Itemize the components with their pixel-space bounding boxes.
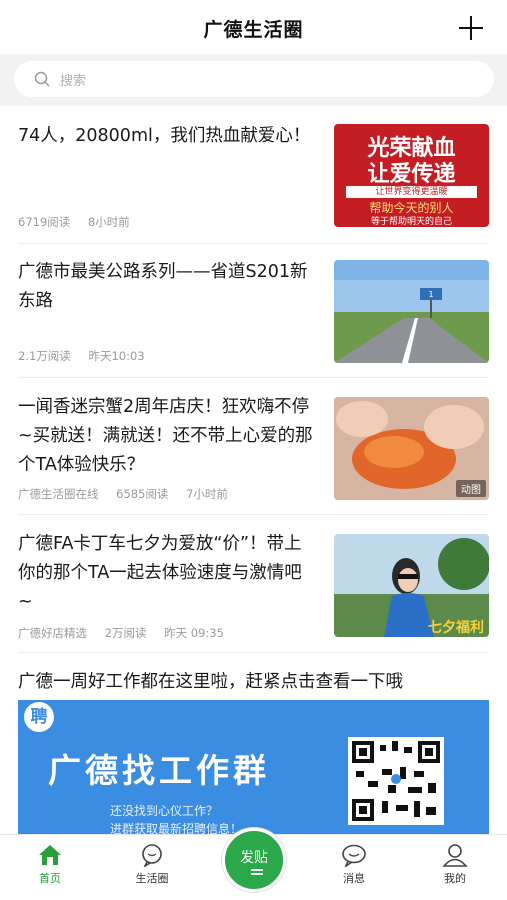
- article-time: 昨天10:03: [88, 349, 145, 363]
- message-icon: [342, 844, 366, 867]
- tab-life-circle[interactable]: 生活圈: [122, 843, 182, 886]
- app-header: 广德生活圈: [0, 0, 507, 54]
- gif-badge: 动图: [456, 480, 486, 497]
- article-source: 广德好店精选: [18, 626, 87, 640]
- qr-code-icon: [352, 741, 440, 821]
- article-title: 广德市最美公路系列——省道S201新东路: [18, 262, 308, 311]
- tab-life-circle-label: 生活圈: [135, 872, 169, 885]
- thumb-text-line5: 等于帮助明天的自己: [370, 217, 452, 227]
- tab-me-label: 我的: [444, 872, 466, 885]
- search-bar-container: 搜索: [0, 54, 507, 106]
- search-placeholder: 搜索: [60, 74, 87, 89]
- article-item[interactable]: 一闻香迷宗蟹2周年店庆！狂欢嗨不停~买就送！满就送！还不带上心爱的那个TA体验快…: [18, 393, 489, 515]
- user-icon: [442, 844, 468, 867]
- article-meta: 广德好店精选 2万阅读 昨天 09:35: [18, 625, 238, 641]
- article-title: 74人，20800ml，我们热血献爱心！: [18, 126, 311, 146]
- article-views: 2万阅读: [104, 626, 147, 640]
- article-time: 8小时前: [87, 215, 130, 229]
- article-title: 一闻香迷宗蟹2周年店庆！狂欢嗨不停~买就送！满就送！还不带上心爱的那个TA体验快…: [18, 397, 313, 475]
- job-group-banner[interactable]: 聘 广德找工作群 还没找到心仪工作？ 进群获取最新招聘信息！: [18, 700, 489, 834]
- article-time: 昨天 09:35: [164, 626, 224, 640]
- recruit-badge: 聘: [24, 702, 54, 732]
- tab-messages[interactable]: 消息: [324, 843, 384, 886]
- article-item[interactable]: 广德FA卡丁车七夕为爱放“价”！带上你的那个TA一起去体验速度与激情吧~ 广德好…: [18, 530, 489, 653]
- promo-title[interactable]: 广德一周好工作都在这里啦，赶紧点击查看一下哦: [18, 668, 403, 693]
- banner-subtext-2: 进群获取最新招聘信息！: [110, 822, 243, 834]
- search-icon: [34, 71, 50, 87]
- thumb-text-line2: 让爱传递: [367, 162, 456, 187]
- article-title: 广德FA卡丁车七夕为爱放“价”！带上你的那个TA一起去体验速度与激情吧~: [18, 534, 302, 612]
- tab-me[interactable]: 我的: [425, 843, 485, 886]
- thumb-caption: 七夕福利: [428, 619, 484, 636]
- post-button-line-icon: [251, 869, 263, 871]
- banner-subtext-1: 还没找到心仪工作？: [110, 804, 219, 818]
- article-meta: 6719阅读 8小时前: [18, 214, 144, 230]
- article-thumbnail: 光荣献血 让爱传递 让世界变得更温暖 帮助今天的别人 等于帮助明天的自己: [334, 124, 489, 227]
- article-source: 广德生活圈在线: [18, 487, 99, 501]
- article-views: 6585阅读: [116, 487, 169, 501]
- article-item[interactable]: 广德市最美公路系列——省道S201新东路 2.1万阅读 昨天10:03 1: [18, 258, 489, 378]
- post-button-line-icon: [251, 873, 263, 875]
- banner-headline: 广德找工作群: [48, 751, 270, 790]
- page-title: 广德生活圈: [203, 19, 304, 41]
- article-thumbnail: 七夕福利: [334, 534, 489, 637]
- article-views: 6719阅读: [18, 215, 71, 229]
- article-thumbnail: 动图: [334, 397, 489, 500]
- post-button[interactable]: 发贴: [222, 828, 286, 892]
- article-thumbnail: 1: [334, 260, 489, 363]
- article-meta: 2.1万阅读 昨天10:03: [18, 348, 159, 364]
- road-image: 1: [334, 260, 489, 363]
- article-item[interactable]: 74人，20800ml，我们热血献爱心！ 6719阅读 8小时前 光荣献血 让爱…: [18, 122, 489, 244]
- article-meta: 广德生活圈在线 6585阅读 7小时前: [18, 486, 242, 502]
- tab-home[interactable]: 首页: [20, 843, 80, 886]
- chat-bubble-icon: [142, 844, 162, 867]
- post-button-label: 发贴: [240, 850, 268, 866]
- home-icon: [39, 845, 61, 865]
- search-input[interactable]: 搜索: [14, 61, 494, 97]
- add-icon[interactable]: [459, 16, 483, 40]
- thumb-text-line3: 让世界变得更温暖: [346, 186, 477, 198]
- article-views: 2.1万阅读: [18, 349, 71, 363]
- article-time: 7小时前: [186, 487, 228, 501]
- qr-code: [348, 737, 444, 825]
- road-sign-number: 1: [428, 290, 433, 299]
- tab-messages-label: 消息: [343, 872, 365, 885]
- woman-photo: 七夕福利: [334, 534, 489, 637]
- tab-home-label: 首页: [39, 872, 61, 885]
